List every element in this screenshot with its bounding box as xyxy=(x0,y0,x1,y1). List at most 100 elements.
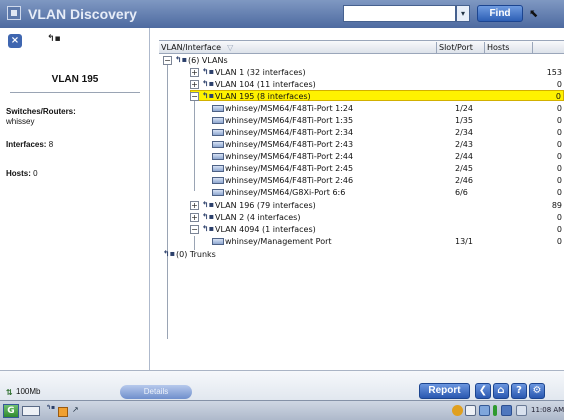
port-row[interactable]: whinsey/MSM64/F48Ti-Port 2:34 2/34 0 xyxy=(159,127,564,138)
clock-tray-icon xyxy=(516,405,527,416)
switches-label: Switches/Routers: xyxy=(6,107,76,116)
tray-clock: 11:08 AM xyxy=(531,406,564,414)
vlan-row-selected[interactable]: − ↰▪ VLAN 195 (8 interfaces) 0 xyxy=(190,90,564,101)
vlan-hosts: 153 xyxy=(546,68,562,77)
port-row[interactable]: whinsey/MSM64/F48Ti-Port 2:43 2/43 0 xyxy=(159,139,564,150)
home-icon: ⌂ xyxy=(497,385,505,396)
port-label: whinsey/MSM64/F48Ti-Port 2:46 xyxy=(225,176,354,185)
vlan-row[interactable]: + ↰▪ VLAN 196 (79 interfaces) 89 xyxy=(159,200,564,211)
trunks-row[interactable]: ↰▪ (0) Trunks xyxy=(159,249,564,260)
column-interface-label: VLAN/Interface xyxy=(161,43,222,52)
port-hosts: 0 xyxy=(556,188,562,197)
vlan-row[interactable]: + ↰▪ VLAN 104 (11 interfaces) 0 xyxy=(159,79,564,90)
port-row[interactable]: whinsey/Management Port 13/1 0 xyxy=(159,236,564,247)
search-input[interactable] xyxy=(343,5,456,22)
display-tray-icon[interactable] xyxy=(501,405,512,416)
expand-toggle[interactable]: + xyxy=(190,80,199,89)
tools-button[interactable]: ⚙ xyxy=(529,383,545,399)
port-hosts: 0 xyxy=(556,128,562,137)
port-icon xyxy=(212,177,224,184)
vlan-icon: ↰▪ xyxy=(202,224,215,233)
filter-icon[interactable]: ▽ xyxy=(227,42,233,53)
network-tray-icon[interactable] xyxy=(452,405,463,416)
port-slot: 1/35 xyxy=(455,116,473,125)
taskbar-app-button[interactable]: ↰▪ ↗ xyxy=(46,404,84,418)
column-slot-port[interactable]: Slot/Port xyxy=(437,42,485,54)
port-hosts: 0 xyxy=(556,176,562,185)
vlan-row[interactable]: + ↰▪ VLAN 1 (32 interfaces) 153 xyxy=(159,67,564,78)
hosts-value: 0 xyxy=(33,169,38,178)
help-button[interactable]: ? xyxy=(511,383,527,399)
port-label: whinsey/MSM64/F48Ti-Port 2:44 xyxy=(225,152,354,161)
volume-tray-icon[interactable] xyxy=(479,405,490,416)
expand-toggle[interactable]: + xyxy=(190,68,199,77)
vlan-icon: ↰▪ xyxy=(202,91,215,100)
keyboard-icon[interactable] xyxy=(22,406,40,416)
vlan-label: VLAN 195 (8 interfaces) xyxy=(215,92,311,101)
expand-toggle[interactable]: + xyxy=(190,213,199,222)
trunk-icon: ↰▪ xyxy=(163,249,176,258)
port-row[interactable]: whinsey/MSM64/G8Xi-Port 6:6 6/6 0 xyxy=(159,187,564,198)
port-slot: 13/1 xyxy=(455,237,473,246)
port-slot: 2/34 xyxy=(455,128,473,137)
battery-tray-icon xyxy=(493,405,497,416)
pointer-cursor-icon: ⬉ xyxy=(529,7,539,20)
vlan-tree[interactable]: − ↰▪ (6) VLANs + ↰▪ VLAN 1 (32 interface… xyxy=(159,55,564,370)
port-label: whinsey/Management Port xyxy=(225,237,332,246)
column-hosts[interactable]: Hosts xyxy=(485,42,533,54)
interfaces-label: Interfaces: xyxy=(6,140,47,149)
tools-icon: ⚙ xyxy=(532,385,542,396)
back-button[interactable]: ❮ xyxy=(475,383,491,399)
clipboard-tray-icon[interactable] xyxy=(465,405,476,416)
collapse-toggle[interactable]: − xyxy=(163,56,172,65)
home-button[interactable]: ⌂ xyxy=(493,383,509,399)
port-row[interactable]: whinsey/MSM64/F48Ti-Port 2:44 2/44 0 xyxy=(159,151,564,162)
interfaces-row: Interfaces: 8 xyxy=(6,140,53,149)
switches-value: whissey xyxy=(6,117,35,126)
port-icon xyxy=(212,141,224,148)
vlan-icon: ↰▪ xyxy=(202,200,215,209)
find-button[interactable]: Find xyxy=(477,5,523,22)
collapse-toggle[interactable]: − xyxy=(190,92,199,101)
hosts-row: Hosts: 0 xyxy=(6,169,38,178)
start-button[interactable]: G xyxy=(3,404,19,418)
close-icon: × xyxy=(10,35,20,46)
window-title: VLAN Discovery xyxy=(28,6,137,22)
port-label: whinsey/MSM64/G8Xi-Port 6:6 xyxy=(225,188,346,197)
port-row[interactable]: whinsey/MSM64/F48Ti-Port 2:46 2/46 0 xyxy=(159,175,564,186)
port-label: whinsey/MSM64/F48Ti-Port 1:24 xyxy=(225,104,354,113)
port-row[interactable]: whinsey/MSM64/F48Ti-Port 2:45 2/45 0 xyxy=(159,163,564,174)
tree-root-row[interactable]: − ↰▪ (6) VLANs xyxy=(159,55,564,66)
port-row[interactable]: whinsey/MSM64/F48Ti-Port 1:24 1/24 0 xyxy=(159,103,564,114)
title-bar: VLAN Discovery ▾ Find ⬉ xyxy=(0,0,564,28)
vlan-group-icon: ↰▪ xyxy=(175,55,188,64)
port-slot: 2/43 xyxy=(455,140,473,149)
vlan-icon: ↰▪ xyxy=(202,212,215,221)
port-slot: 1/24 xyxy=(455,104,473,113)
port-icon xyxy=(212,129,224,136)
help-icon: ? xyxy=(516,385,522,396)
column-interface[interactable]: VLAN/Interface ▽ xyxy=(159,42,437,54)
collapse-toggle[interactable]: − xyxy=(190,225,199,234)
port-slot: 2/46 xyxy=(455,176,473,185)
vlan-row[interactable]: + ↰▪ VLAN 2 (4 interfaces) 0 xyxy=(159,212,564,223)
vlan-row[interactable]: − ↰▪ VLAN 4094 (1 interfaces) 0 xyxy=(159,224,564,235)
column-header: VLAN/Interface ▽ Slot/Port Hosts xyxy=(159,40,564,54)
port-hosts: 0 xyxy=(556,140,562,149)
details-button[interactable]: Details xyxy=(120,385,192,399)
port-icon xyxy=(212,117,224,124)
port-icon xyxy=(212,105,224,112)
taskbar: G ↰▪ ↗ 11:08 AM xyxy=(0,400,564,420)
vlan-label: VLAN 1 (32 interfaces) xyxy=(215,68,306,77)
search-dropdown-button[interactable]: ▾ xyxy=(456,5,470,22)
details-panel: × ↰▪ VLAN 195 Switches/Routers: whissey … xyxy=(0,28,150,370)
vlan-label: VLAN 196 (79 interfaces) xyxy=(215,201,316,210)
network-tree-icon[interactable]: ↰▪ xyxy=(47,34,61,44)
port-hosts: 0 xyxy=(556,152,562,161)
port-label: whinsey/MSM64/F48Ti-Port 2:45 xyxy=(225,164,354,173)
report-button[interactable]: Report xyxy=(419,383,470,399)
port-row[interactable]: whinsey/MSM64/F48Ti-Port 1:35 1/35 0 xyxy=(159,115,564,126)
vlan-hosts: 0 xyxy=(555,92,561,101)
expand-toggle[interactable]: + xyxy=(190,201,199,210)
close-panel-button[interactable]: × xyxy=(8,34,22,48)
